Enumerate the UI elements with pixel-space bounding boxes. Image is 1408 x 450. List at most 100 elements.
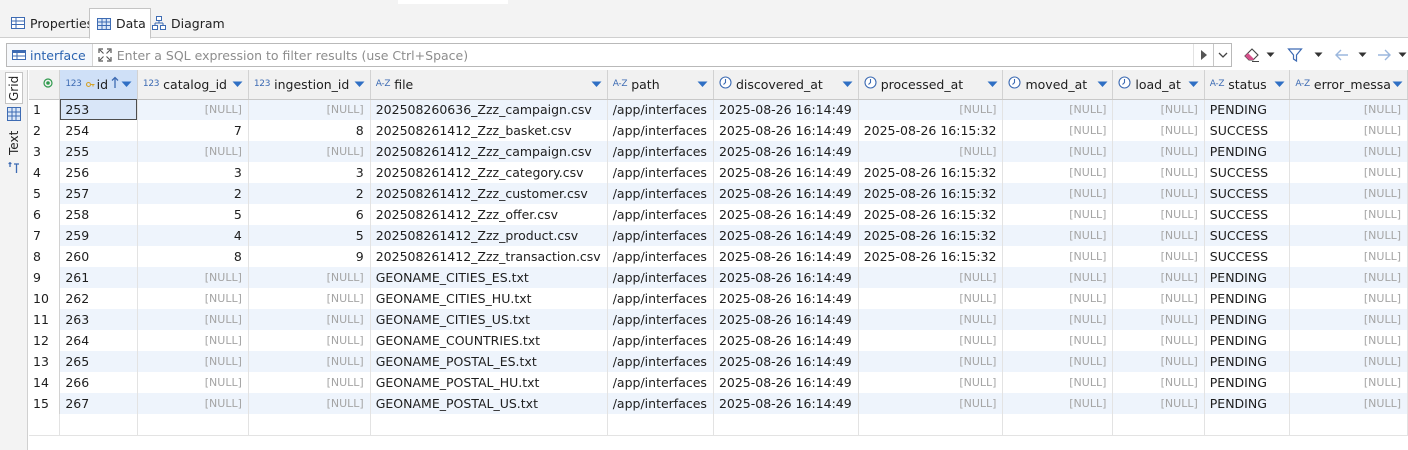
cell-path[interactable]: /app/interfaces — [607, 330, 714, 351]
cell-load-at[interactable]: [NULL] — [1112, 288, 1205, 309]
cell-moved-at[interactable]: [NULL] — [1002, 330, 1114, 351]
table-row[interactable]: 13 265 [NULL] [NULL] GEONAME_POSTAL_ES.txt/a… — [29, 351, 1408, 372]
apply-filter-icon[interactable] — [1193, 44, 1213, 66]
cell-processed-at[interactable]: 2025-08-26 16:15:32 — [858, 246, 1004, 267]
column-header-path[interactable]: A-Z path — [607, 70, 714, 100]
cell-discovered-at[interactable]: 2025-08-26 16:14:49 — [713, 372, 859, 393]
cell-ingestion-id[interactable]: [NULL] — [248, 309, 371, 330]
cell-catalog-id[interactable]: [NULL] — [137, 141, 249, 162]
table-row[interactable]: 4 256 3 3 202508261412_Zzz_category.csv/app/… — [29, 162, 1408, 183]
table-row[interactable]: 7 259 4 5 202508261412_Zzz_product.csv/app/i… — [29, 225, 1408, 246]
tab-diagram[interactable]: Diagram — [145, 8, 229, 38]
cell-ingestion-id[interactable]: 8 — [248, 120, 371, 141]
column-sort-dropdown-icon[interactable] — [1391, 78, 1403, 90]
column-sort-dropdown-icon[interactable] — [1188, 78, 1200, 90]
cell-error-messa[interactable]: [NULL] — [1289, 225, 1408, 246]
filter-table-label[interactable]: interface — [7, 44, 93, 66]
filter-funnel-icon[interactable] — [1286, 45, 1304, 65]
clear-filter-dropdown-icon[interactable] — [1264, 45, 1276, 65]
cell-catalog-id[interactable]: 8 — [137, 246, 249, 267]
cell-path[interactable]: /app/interfaces — [607, 204, 714, 225]
sort-ascending-icon[interactable] — [111, 76, 119, 92]
cell-path[interactable]: /app/interfaces — [607, 288, 714, 309]
back-arrow-icon[interactable] — [1332, 45, 1352, 65]
cell-processed-at[interactable]: [NULL] — [858, 288, 1004, 309]
cell-catalog-id[interactable]: [NULL] — [137, 309, 249, 330]
cell-file[interactable]: 202508261412_Zzz_offer.csv — [370, 204, 608, 225]
cell-file[interactable]: 202508261412_Zzz_customer.csv — [370, 183, 608, 204]
back-dropdown-icon[interactable] — [1356, 45, 1368, 65]
cell-status[interactable]: PENDING — [1204, 99, 1291, 120]
table-row[interactable]: 8 260 8 9 202508261412_Zzz_transaction.csv/a… — [29, 246, 1408, 267]
cell-moved-at[interactable]: [NULL] — [1002, 141, 1114, 162]
table-row[interactable]: 6 258 5 6 202508261412_Zzz_offer.csv/app/int… — [29, 204, 1408, 225]
cell-processed-at[interactable]: 2025-08-26 16:15:32 — [858, 183, 1004, 204]
cell-discovered-at[interactable]: 2025-08-26 16:14:49 — [713, 120, 859, 141]
column-header-load-at[interactable]: load_at — [1112, 70, 1205, 100]
cell-id[interactable]: 258 — [59, 204, 138, 225]
cell-ingestion-id[interactable]: [NULL] — [248, 267, 371, 288]
cell-discovered-at[interactable]: 2025-08-26 16:14:49 — [713, 162, 859, 183]
cell-error-messa[interactable]: [NULL] — [1289, 309, 1408, 330]
cell-discovered-at[interactable]: 2025-08-26 16:14:49 — [713, 204, 859, 225]
cell-status[interactable]: SUCCESS — [1204, 162, 1291, 183]
table-row[interactable]: 15 267 [NULL] [NULL] GEONAME_POSTAL_US.txt/a… — [29, 393, 1408, 414]
cell-status[interactable]: PENDING — [1204, 288, 1291, 309]
cell-moved-at[interactable]: [NULL] — [1002, 267, 1114, 288]
cell-id[interactable]: 265 — [59, 351, 138, 372]
cell-error-messa[interactable]: [NULL] — [1289, 330, 1408, 351]
cell-load-at[interactable]: [NULL] — [1112, 204, 1205, 225]
row-number[interactable]: 14 — [29, 372, 61, 393]
row-number[interactable]: 2 — [29, 120, 61, 141]
row-number[interactable]: 13 — [29, 351, 61, 372]
column-header-ingestion-id[interactable]: 123 ingestion_id — [248, 70, 371, 100]
cell-id[interactable]: 260 — [59, 246, 138, 267]
cell-path[interactable]: /app/interfaces — [607, 393, 714, 414]
cell-id[interactable]: 256 — [59, 162, 138, 183]
column-sort-dropdown-icon[interactable] — [697, 78, 709, 90]
cell-id[interactable]: 262 — [59, 288, 138, 309]
cell-load-at[interactable]: [NULL] — [1112, 225, 1205, 246]
cell-catalog-id[interactable]: [NULL] — [137, 393, 249, 414]
column-header-catalog-id[interactable]: 123 catalog_id — [137, 70, 249, 100]
cell-file[interactable]: 202508261412_Zzz_category.csv — [370, 162, 608, 183]
cell-path[interactable]: /app/interfaces — [607, 225, 714, 246]
cell-ingestion-id[interactable]: 2 — [248, 183, 371, 204]
cell-id[interactable]: 261 — [59, 267, 138, 288]
cell-moved-at[interactable]: [NULL] — [1002, 246, 1114, 267]
cell-ingestion-id[interactable]: 3 — [248, 162, 371, 183]
cell-error-messa[interactable]: [NULL] — [1289, 183, 1408, 204]
cell-moved-at[interactable]: [NULL] — [1002, 225, 1114, 246]
cell-processed-at[interactable]: [NULL] — [858, 372, 1004, 393]
cell-id[interactable]: 253 — [59, 99, 138, 120]
cell-moved-at[interactable]: [NULL] — [1002, 120, 1114, 141]
cell-file[interactable]: GEONAME_CITIES_HU.txt — [370, 288, 608, 309]
cell-catalog-id[interactable]: [NULL] — [137, 99, 249, 120]
column-sort-dropdown-icon[interactable] — [354, 78, 366, 90]
cell-status[interactable]: PENDING — [1204, 267, 1291, 288]
cell-load-at[interactable]: [NULL] — [1112, 183, 1205, 204]
cell-ingestion-id[interactable]: 5 — [248, 225, 371, 246]
row-number[interactable]: 11 — [29, 309, 61, 330]
select-all-header[interactable] — [29, 70, 61, 100]
cell-error-messa[interactable]: [NULL] — [1289, 120, 1408, 141]
cell-id[interactable]: 259 — [59, 225, 138, 246]
forward-dropdown-icon[interactable] — [1396, 45, 1408, 65]
cell-status[interactable]: PENDING — [1204, 330, 1291, 351]
row-number[interactable]: 5 — [29, 183, 61, 204]
cell-ingestion-id[interactable]: 6 — [248, 204, 371, 225]
cell-catalog-id[interactable]: 4 — [137, 225, 249, 246]
column-sort-dropdown-icon[interactable] — [842, 78, 854, 90]
tab-data[interactable]: Data — [89, 8, 151, 39]
cell-load-at[interactable]: [NULL] — [1112, 162, 1205, 183]
cell-ingestion-id[interactable]: [NULL] — [248, 393, 371, 414]
cell-status[interactable]: SUCCESS — [1204, 120, 1291, 141]
cell-file[interactable]: GEONAME_POSTAL_ES.txt — [370, 351, 608, 372]
table-row[interactable]: 2 254 7 8 202508261412_Zzz_basket.csv/app/in… — [29, 120, 1408, 141]
cell-path[interactable]: /app/interfaces — [607, 120, 714, 141]
column-header-discovered-at[interactable]: discovered_at — [713, 70, 859, 100]
cell-processed-at[interactable]: 2025-08-26 16:15:32 — [858, 204, 1004, 225]
cell-catalog-id[interactable]: 7 — [137, 120, 249, 141]
filter-input[interactable] — [114, 45, 1193, 65]
cell-ingestion-id[interactable]: [NULL] — [248, 141, 371, 162]
